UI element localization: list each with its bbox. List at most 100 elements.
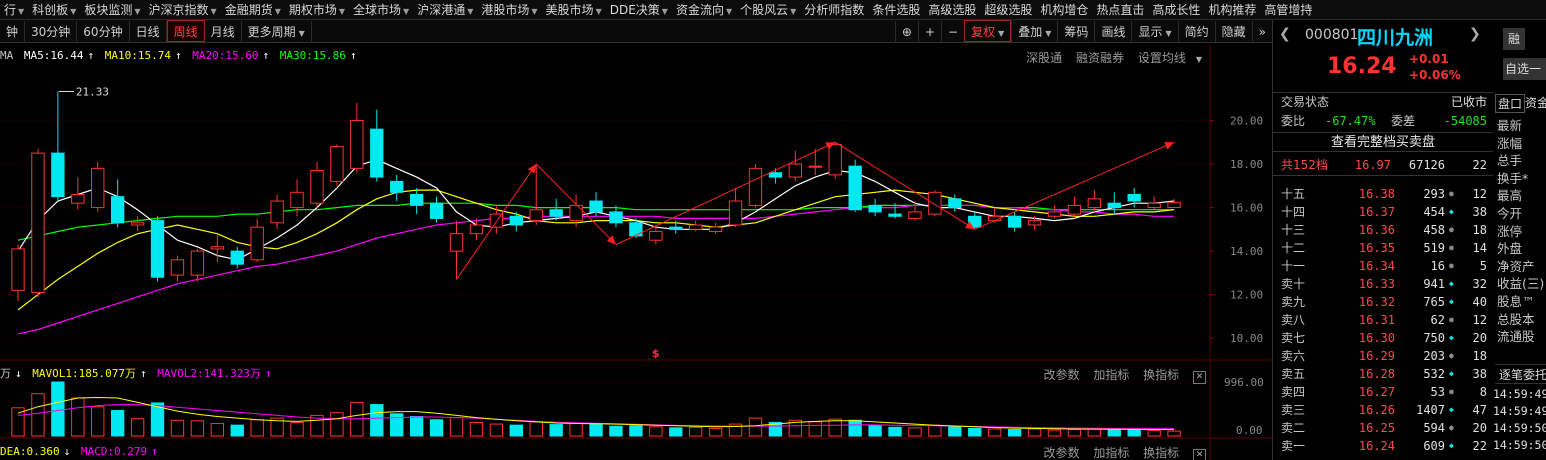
quote-field-label: 流通股 [1497,329,1535,345]
menu-item[interactable]: 高管增持 [1260,0,1316,19]
menu-item[interactable]: 资金流向 ▼ [672,0,736,19]
kline-chart-area[interactable]: MA MA5:16.44 ↑ MA10:15.74 ↑ MA20:15.60 ↑ MA… [0,44,1272,460]
quote-panel: ❮ 000801 四川九洲 ❯ 16.24 +0.01 +0.06% 融 自选一… [1272,20,1546,460]
candle-down [110,196,125,224]
menu-item-label: 资金流向 [675,3,724,17]
next-stock-icon[interactable]: ❯ [1469,26,1481,42]
menu-item[interactable]: 超级选股 [980,0,1036,19]
level-volume: 16 [1430,259,1445,273]
view-full-orderbook-button[interactable]: 查看完整档买卖盘 [1273,132,1493,152]
menu-item[interactable]: 期权市场 ▼ [285,0,349,19]
add-watchlist-button[interactable]: 自选一 [1503,58,1546,80]
orderbook-row[interactable]: 卖五 16.28 532 ◆ 38 [1273,365,1493,383]
menu-item[interactable]: 条件选股 [868,0,924,19]
orderbook-row[interactable]: 卖三 16.26 1407 ◆ 47 [1273,401,1493,419]
level-label: 十五 [1281,187,1306,201]
period-tab[interactable]: 30分钟 [25,21,78,43]
candle-up [1167,201,1181,209]
menu-item[interactable]: 金融期货 ▼ [221,0,285,19]
trend-line [535,163,617,245]
tab-pankou[interactable]: 盘口 [1495,94,1526,113]
menu-item[interactable]: 沪深京指数 ▼ [145,0,221,19]
menu-item[interactable]: 港股市场 ▼ [477,0,541,19]
period-tab[interactable]: 周线 [166,20,205,42]
orderbook-row[interactable]: 十三 16.36 458 ● 18 [1273,221,1493,239]
menu-item[interactable]: 个股风云 ▼ [736,0,800,19]
orderbook-row[interactable]: 卖一 16.24 609 ◆ 22 [1273,437,1493,455]
period-tab[interactable]: 日线 [130,21,167,43]
prev-stock-icon[interactable]: ❮ [1279,26,1291,42]
chart-tool-button[interactable]: 复权 ▼ [964,20,1012,42]
level-label: 卖十 [1281,277,1306,291]
orderbook-row[interactable]: 十一 16.34 16 ● 5 [1273,257,1493,275]
volume-bar [71,397,85,437]
trend-arrowhead [527,164,537,174]
chart-tool-button[interactable]: + [917,21,941,43]
level-price: 16.32 [1358,295,1395,309]
orderbook-row[interactable]: 卖八 16.31 62 ● 12 [1273,311,1493,329]
menu-item[interactable]: 科创板 ▼ [28,0,80,19]
margin-button[interactable]: 融 [1503,28,1525,50]
price-change-pct: +0.06% [1409,68,1461,82]
orderbook-row[interactable]: 卖七 16.30 750 ◆ 20 [1273,329,1493,347]
level-volume: 941 [1423,277,1445,291]
chart-tool-button[interactable]: 简约 [1177,21,1215,43]
trade-status-row: 交易状态 已收市 [1273,93,1493,111]
period-tab-label: 周线 [173,25,198,39]
period-tab[interactable]: 60分钟 [77,21,130,43]
level-price: 16.27 [1358,385,1395,399]
orderbook-row[interactable]: 十四 16.37 454 ◆ 38 [1273,203,1493,221]
orderbook-row[interactable]: 卖二 16.25 594 ● 20 [1273,419,1493,437]
menu-item-label: 板块监测 [84,3,133,17]
orderbook-row[interactable]: 十五 16.38 293 ● 12 [1273,185,1493,203]
menu-item[interactable]: 全球市场 ▼ [349,0,413,19]
menu-item[interactable]: 热点直击 [1092,0,1148,19]
menu-item[interactable]: 机构推荐 [1204,0,1260,19]
quote-field-label: 最高 [1497,188,1523,204]
period-tab[interactable]: 钟 [0,21,26,43]
side-tabs: 盘口 资金 [1495,92,1546,113]
candle-down [390,180,404,193]
menu-item[interactable]: 板块监测 ▼ [80,0,144,19]
orderbook-row[interactable]: 卖六 16.29 203 ● 18 [1273,347,1493,365]
level-count: 32 [1472,277,1487,291]
total-levels-label: 共152档 [1281,158,1328,172]
chart-tool-button[interactable]: 显示 ▼ [1131,21,1177,43]
chart-tool-button[interactable]: » [1251,21,1272,43]
menu-item[interactable]: DDE决策 ▼ [606,0,672,19]
tab-funds[interactable]: 资金 [1525,94,1546,111]
menu-item[interactable]: 分析师指数 [800,0,868,19]
chart-tool-button[interactable]: 筹码 [1057,21,1094,43]
menu-item[interactable]: 行 ▼ [0,0,28,19]
period-tab-label: 60分钟 [83,25,123,39]
level-count: 8 [1479,385,1487,399]
tick-header[interactable]: 逐笔委托 [1495,364,1546,384]
menu-item[interactable]: 高成长性 [1148,0,1204,19]
candle-up [689,224,703,230]
orderbook-row[interactable]: 卖十 16.33 941 ◆ 32 [1273,275,1493,293]
volume-bar [968,427,982,437]
level-label: 十一 [1281,259,1306,273]
orderbook-row[interactable]: 卖四 16.27 53 ● 8 [1273,383,1493,401]
chevron-down-icon: ▼ [338,7,346,16]
candle-up [469,224,484,235]
menu-item[interactable]: 沪深港通 ▼ [413,0,477,19]
chevron-down-icon: ▼ [18,7,25,16]
chart-tool-button[interactable]: − [941,21,964,43]
weicha-value: -54085 [1443,114,1487,128]
chart-tool-button[interactable]: 隐藏 [1214,21,1252,43]
chart-tool-button[interactable]: 叠加 ▼ [1011,21,1057,43]
menu-item[interactable]: 美股市场 ▼ [542,0,606,19]
menu-item-label: 机构增仓 [1040,3,1089,17]
price-axis-label: 12.00 [1230,289,1263,302]
chart-tool-button[interactable]: ⊕ [894,21,918,43]
menu-item[interactable]: 机构增仓 [1036,0,1092,19]
orderbook-row[interactable]: 卖九 16.32 765 ◆ 40 [1273,293,1493,311]
chart-tool-button[interactable]: 画线 [1094,21,1131,43]
period-tab[interactable]: 更多周期 ▼ [242,21,312,43]
chevron-down-icon: ▼ [1165,29,1172,38]
menu-item[interactable]: 高级选股 [924,0,980,19]
period-tab[interactable]: 月线 [205,21,242,43]
orderbook-row[interactable]: 十二 16.35 519 ● 14 [1273,239,1493,257]
total-price: 16.97 [1354,158,1391,172]
